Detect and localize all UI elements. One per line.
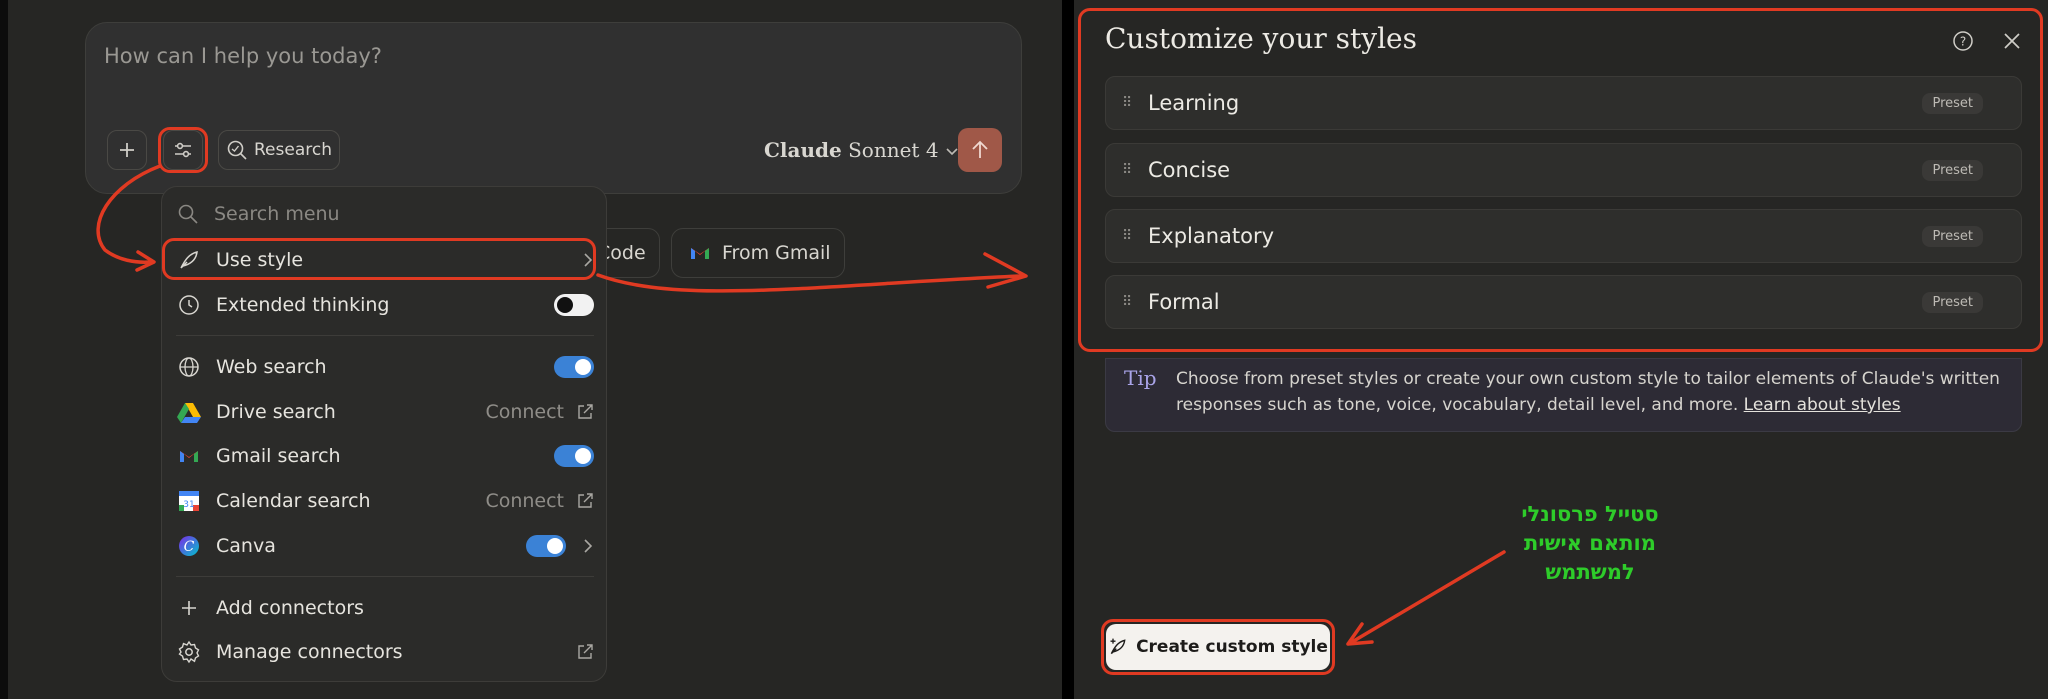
arrow-to-create-button	[1350, 550, 1506, 644]
arrow-head	[983, 252, 1028, 289]
annotation-arrows	[96, 164, 1506, 646]
arrow-to-use-style	[96, 164, 162, 264]
arrow-to-styles-panel	[596, 273, 1022, 293]
